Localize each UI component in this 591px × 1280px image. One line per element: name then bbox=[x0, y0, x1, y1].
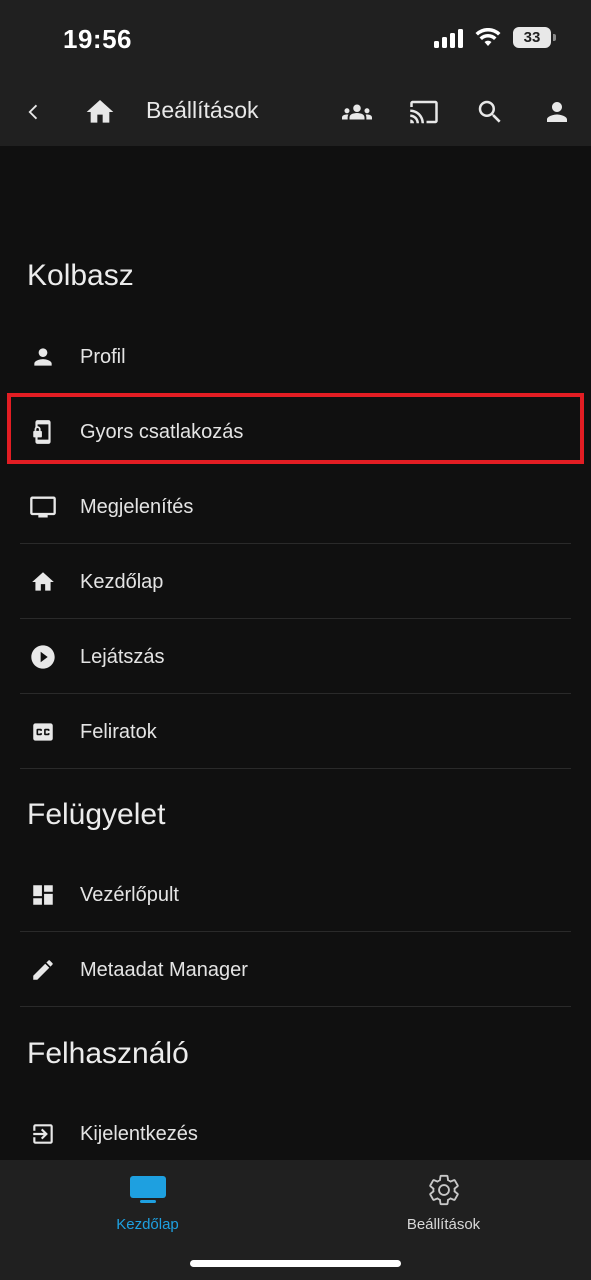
settings-item-label: Feliratok bbox=[80, 720, 157, 743]
settings-item-label: Kezdőlap bbox=[80, 570, 164, 593]
settings-item-quick-connect[interactable]: Gyors csatlakozás bbox=[0, 395, 591, 469]
pencil-icon bbox=[29, 956, 57, 984]
settings-item-label: Gyors csatlakozás bbox=[80, 420, 244, 443]
nav-tab-home[interactable]: Kezdőlap bbox=[0, 1160, 295, 1250]
users-icon bbox=[342, 104, 372, 120]
settings-item-label: Megjelenítés bbox=[80, 495, 194, 518]
divider bbox=[20, 768, 571, 769]
back-button[interactable] bbox=[14, 92, 54, 132]
settings-item-playback[interactable]: Lejátszás bbox=[0, 620, 591, 694]
settings-item-dashboard[interactable]: Vezérlőpult bbox=[0, 858, 591, 932]
app-bar: Beállítások bbox=[0, 78, 591, 146]
divider bbox=[20, 543, 571, 544]
settings-item-label: Profil bbox=[80, 345, 126, 368]
section-title-felugyelet: Felügyelet bbox=[27, 798, 166, 831]
account-button[interactable] bbox=[537, 92, 577, 132]
subtitles-icon bbox=[29, 718, 57, 746]
status-indicators: 33 bbox=[434, 27, 556, 48]
battery-level: 33 bbox=[523, 29, 541, 46]
quick-connect-icon bbox=[29, 418, 57, 446]
back-icon bbox=[28, 104, 38, 120]
section-title-felhasznalo: Felhasználó bbox=[27, 1037, 189, 1070]
logout-icon bbox=[29, 1120, 57, 1148]
status-bar: 19:56 33 bbox=[0, 0, 591, 78]
settings-item-profile[interactable]: Profil bbox=[0, 320, 591, 394]
search-button[interactable] bbox=[470, 92, 510, 132]
divider bbox=[20, 618, 571, 619]
home-icon bbox=[29, 568, 57, 596]
person-icon bbox=[29, 343, 57, 371]
dashboard-icon bbox=[29, 881, 57, 909]
battery-icon: 33 bbox=[513, 27, 556, 48]
cast-button[interactable] bbox=[404, 92, 444, 132]
divider bbox=[20, 693, 571, 694]
home-button[interactable] bbox=[80, 92, 120, 132]
account-icon bbox=[547, 102, 567, 122]
settings-item-metadata-manager[interactable]: Metaadat Manager bbox=[0, 933, 591, 1007]
divider bbox=[20, 931, 571, 932]
home-indicator bbox=[190, 1260, 401, 1267]
signal-icon bbox=[434, 28, 463, 48]
page-title: Beállítások bbox=[146, 97, 259, 123]
gear-icon bbox=[424, 1172, 464, 1208]
settings-item-label: Metaadat Manager bbox=[80, 958, 248, 981]
cast-icon bbox=[410, 100, 438, 124]
settings-item-label: Lejátszás bbox=[80, 645, 165, 668]
nav-label-settings: Beállítások bbox=[406, 1216, 481, 1233]
nav-label-home: Kezdőlap bbox=[116, 1216, 179, 1233]
monitor-icon bbox=[29, 493, 57, 521]
settings-item-subtitles[interactable]: Feliratok bbox=[0, 695, 591, 769]
tv-icon bbox=[128, 1172, 168, 1208]
settings-item-display[interactable]: Megjelenítés bbox=[0, 470, 591, 544]
wifi-icon bbox=[475, 27, 501, 46]
settings-item-label: Vezérlőpult bbox=[80, 883, 179, 906]
settings-item-label: Kijelentkezés bbox=[80, 1122, 198, 1145]
section-title-kolbasz: Kolbasz bbox=[27, 259, 134, 292]
divider bbox=[20, 1006, 571, 1007]
users-button[interactable] bbox=[337, 92, 377, 132]
settings-item-home[interactable]: Kezdőlap bbox=[0, 545, 591, 619]
play-icon bbox=[29, 643, 57, 671]
search-icon bbox=[478, 100, 501, 123]
home-icon bbox=[86, 100, 114, 123]
nav-tab-settings[interactable]: Beállítások bbox=[296, 1160, 591, 1250]
status-time: 19:56 bbox=[63, 24, 132, 54]
